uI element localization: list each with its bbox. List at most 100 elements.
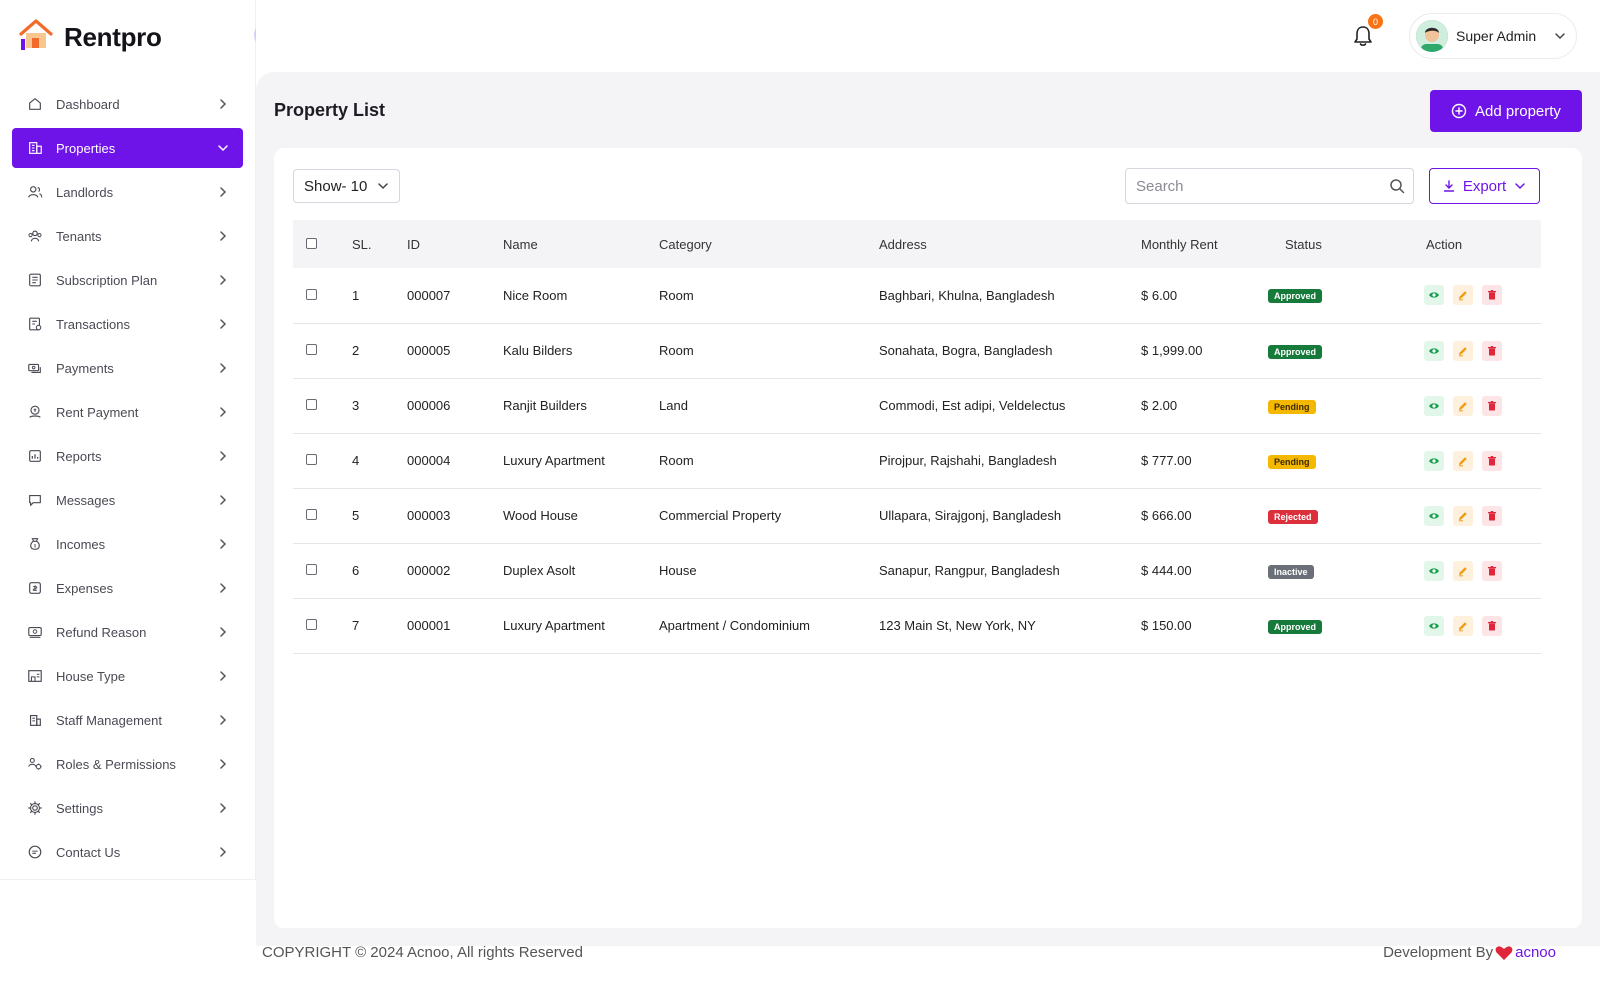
plan-icon xyxy=(26,271,44,289)
delete-button[interactable] xyxy=(1482,450,1502,471)
sidebar-item-payments[interactable]: Payments xyxy=(12,348,243,388)
header-sl: SL. xyxy=(352,236,372,252)
chevron-right-icon xyxy=(217,318,229,330)
sidebar-item-label: Expenses xyxy=(56,580,114,596)
eye-icon xyxy=(1429,512,1439,519)
sidebar-item-transactions[interactable]: Transactions xyxy=(12,304,243,344)
chevron-right-icon xyxy=(217,714,229,726)
sidebar-item-incomes[interactable]: Incomes xyxy=(12,524,243,564)
status-badge: Approved xyxy=(1268,619,1323,634)
sidebar-item-label: Messages xyxy=(56,492,116,508)
footer-brand-link[interactable]: acnoo xyxy=(1515,944,1556,961)
search-icon[interactable] xyxy=(1389,178,1405,194)
chevron-right-icon xyxy=(217,98,229,110)
add-property-button[interactable]: Add property xyxy=(1430,90,1582,132)
chevron-right-icon xyxy=(217,670,229,682)
sidebar-item-label: Incomes xyxy=(56,536,106,552)
sidebar-item-roles-permissions[interactable]: Roles & Permissions xyxy=(12,744,243,784)
header-category: Category xyxy=(659,236,712,252)
chevron-down-icon xyxy=(217,142,229,154)
row-checkbox[interactable] xyxy=(306,454,317,465)
delete-button[interactable] xyxy=(1482,395,1502,416)
row-checkbox[interactable] xyxy=(306,399,317,410)
row-actions xyxy=(1424,560,1541,581)
row-checkbox[interactable] xyxy=(306,564,317,575)
sidebar-item-label: Subscription Plan xyxy=(56,272,158,288)
sidebar-item-properties[interactable]: Properties xyxy=(12,128,243,168)
row-actions xyxy=(1424,395,1541,416)
sidebar-item-reports[interactable]: Reports xyxy=(12,436,243,476)
cell-sl: 5 xyxy=(352,508,360,523)
row-checkbox[interactable] xyxy=(306,344,317,355)
pencil-icon xyxy=(1459,621,1467,631)
status-badge: Pending xyxy=(1268,454,1316,469)
edit-button[interactable] xyxy=(1453,615,1473,636)
view-button[interactable] xyxy=(1424,505,1444,526)
search-input[interactable] xyxy=(1136,177,1389,195)
edit-button[interactable] xyxy=(1453,340,1473,361)
export-button[interactable]: Export xyxy=(1429,168,1540,204)
sidebar-item-settings[interactable]: Settings xyxy=(12,788,243,828)
delete-button[interactable] xyxy=(1482,340,1502,361)
view-button[interactable] xyxy=(1424,285,1444,306)
cell-sl: 1 xyxy=(352,287,360,303)
plus-circle-icon xyxy=(1451,103,1467,119)
view-button[interactable] xyxy=(1424,560,1444,581)
cell-sl: 7 xyxy=(352,618,360,633)
house-logo-icon xyxy=(18,18,54,57)
delete-button[interactable] xyxy=(1482,285,1502,306)
sidebar-item-refund-reason[interactable]: Refund Reason xyxy=(12,612,243,652)
view-button[interactable] xyxy=(1424,395,1444,416)
delete-button[interactable] xyxy=(1482,505,1502,526)
delete-button[interactable] xyxy=(1482,615,1502,636)
table-row: 1 000007 Nice Room Room Baghbari, Khulna, Ba… xyxy=(293,268,1541,323)
sidebar-item-dashboard[interactable]: Dashboard xyxy=(12,84,243,124)
cell-name: Duplex Asolt xyxy=(503,563,576,578)
edit-button[interactable] xyxy=(1453,285,1473,306)
row-actions xyxy=(1424,450,1541,471)
trash-icon xyxy=(1488,565,1496,575)
row-actions xyxy=(1424,285,1541,306)
income-icon xyxy=(26,535,44,553)
cell-category: Commercial Property xyxy=(659,508,782,523)
view-button[interactable] xyxy=(1424,450,1444,471)
cell-name: Ranjit Builders xyxy=(503,398,587,413)
edit-button[interactable] xyxy=(1453,395,1473,416)
user-menu[interactable]: Super Admin xyxy=(1409,13,1577,59)
sidebar-item-tenants[interactable]: Tenants xyxy=(12,216,243,256)
sidebar-item-house-type[interactable]: House Type xyxy=(12,656,243,696)
sidebar-item-expenses[interactable]: Expenses xyxy=(12,568,243,608)
sidebar-item-contact-us[interactable]: Contact Us xyxy=(12,832,243,872)
row-checkbox[interactable] xyxy=(306,619,317,630)
add-property-label: Add property xyxy=(1475,102,1561,120)
sidebar-item-staff-management[interactable]: Staff Management xyxy=(12,700,243,740)
cell-name: Wood House xyxy=(503,508,578,523)
chevron-right-icon xyxy=(217,274,229,286)
select-all-checkbox[interactable] xyxy=(306,237,317,249)
page-size-select[interactable]: Show- 10 xyxy=(293,169,400,203)
row-checkbox[interactable] xyxy=(306,509,317,520)
trash-icon xyxy=(1488,510,1496,520)
sidebar-item-subscription-plan[interactable]: Subscription Plan xyxy=(12,260,243,300)
sidebar-item-label: Dashboard xyxy=(56,96,120,112)
search-box xyxy=(1125,168,1414,204)
row-checkbox[interactable] xyxy=(306,288,317,300)
sidebar-item-messages[interactable]: Messages xyxy=(12,480,243,520)
pencil-icon xyxy=(1459,346,1467,356)
view-button[interactable] xyxy=(1424,615,1444,636)
sidebar-item-rent-payment[interactable]: Rent Payment xyxy=(12,392,243,432)
chevron-right-icon xyxy=(217,582,229,594)
sidebar-item-label: Reports xyxy=(56,448,102,464)
delete-button[interactable] xyxy=(1482,560,1502,581)
brand[interactable]: Rentpro xyxy=(18,18,162,57)
edit-button[interactable] xyxy=(1453,450,1473,471)
edit-button[interactable] xyxy=(1453,560,1473,581)
cell-monthly-rent: $ 6.00 xyxy=(1141,287,1178,303)
edit-button[interactable] xyxy=(1453,505,1473,526)
sidebar-item-landlords[interactable]: Landlords xyxy=(12,172,243,212)
view-button[interactable] xyxy=(1424,340,1444,361)
property-list-card: Show- 10 Export xyxy=(274,148,1582,928)
refund-icon xyxy=(26,623,44,641)
sidebar: Rentpro Dashboard Properties Landlords Tena… xyxy=(0,0,256,880)
table-row: 5 000003 Wood House Commercial Property Ulla… xyxy=(293,488,1541,543)
